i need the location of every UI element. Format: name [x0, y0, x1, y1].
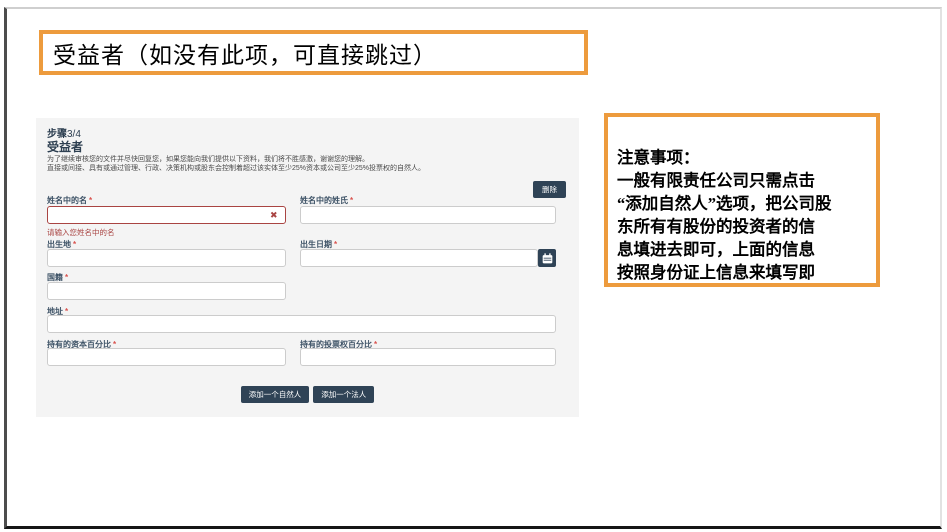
- page-title: 受益者（如没有此项，可直接跳过）: [53, 36, 437, 70]
- required-asterisk: *: [350, 196, 353, 205]
- calendar-button[interactable]: [538, 249, 556, 267]
- last-name-label: 姓名中的姓氏*: [300, 195, 556, 206]
- form-description-line1: 为了继续审核您的文件并尽快回复您，如果您能向我们提供以下资料，我们将不胜感激，谢…: [47, 155, 567, 164]
- birth-date-input[interactable]: [300, 249, 538, 267]
- required-asterisk: *: [73, 240, 76, 249]
- page: 受益者（如没有此项，可直接跳过） 注意事项： 一般有限责任公司只需点击 “添加自…: [0, 0, 947, 532]
- beneficiary-form-panel: 步骤3/4 受益者 为了继续审核您的文件并尽快回复您，如果您能向我们提供以下资料…: [36, 118, 579, 417]
- required-asterisk: *: [334, 240, 337, 249]
- nationality-input[interactable]: [47, 282, 286, 300]
- calendar-icon: [542, 253, 553, 264]
- address-input[interactable]: [47, 315, 556, 333]
- first-name-input[interactable]: [47, 206, 286, 224]
- add-natural-person-button[interactable]: 添加一个自然人: [241, 386, 310, 403]
- last-name-input[interactable]: [300, 206, 556, 224]
- first-name-label: 姓名中的名*: [47, 195, 286, 206]
- capital-percent-input[interactable]: [47, 348, 286, 366]
- note-text: 注意事项： 一般有限责任公司只需点击 “添加自然人”选项，把公司股 东所有有股份…: [617, 148, 832, 287]
- note-box: 注意事项： 一般有限责任公司只需点击 “添加自然人”选项，把公司股 东所有有股份…: [604, 113, 880, 287]
- bottom-button-row: 添加一个自然人 添加一个法人: [36, 386, 579, 403]
- birth-place-input[interactable]: [47, 249, 286, 267]
- form-heading: 受益者: [47, 138, 83, 155]
- form-description-line2: 直接或间接、具有或通过管理、行政、决策机构或股东会控制着超过该实体至少25%资本…: [47, 164, 567, 173]
- page-title-box: 受益者（如没有此项，可直接跳过）: [39, 30, 588, 75]
- required-asterisk: *: [89, 196, 92, 205]
- voting-percent-input[interactable]: [300, 348, 556, 366]
- first-name-error: 请输入您姓名中的名: [47, 227, 115, 238]
- required-asterisk: *: [65, 273, 68, 282]
- form-description: 为了继续审核您的文件并尽快回复您，如果您能向我们提供以下资料，我们将不胜感激，谢…: [47, 155, 567, 173]
- add-legal-person-button[interactable]: 添加一个法人: [313, 386, 374, 403]
